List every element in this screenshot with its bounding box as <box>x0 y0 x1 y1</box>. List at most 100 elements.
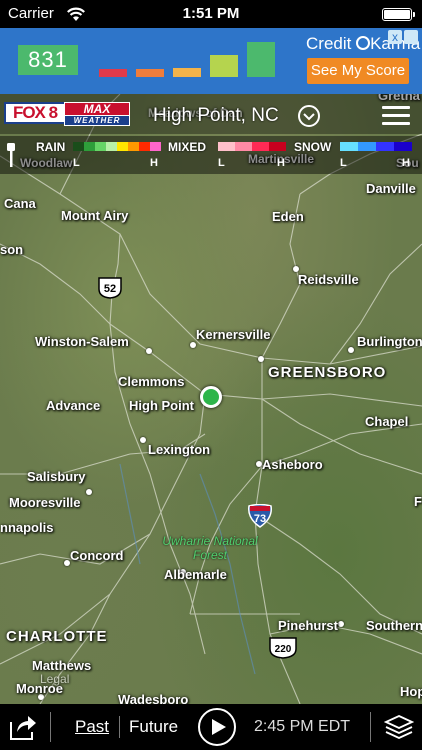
rain-scale-swatch <box>117 142 129 151</box>
rain-scale-swatch <box>84 142 96 151</box>
rain-low-label: L <box>73 157 80 169</box>
city-dot <box>190 342 196 348</box>
ad-bar-2 <box>136 69 164 77</box>
legend-rain-label: RAIN <box>36 140 66 154</box>
mixed-scale-swatch <box>269 142 286 151</box>
past-button[interactable]: Past <box>75 717 109 737</box>
us-220-shield-icon: 220 <box>269 637 297 659</box>
snow-scale-swatch <box>394 142 412 151</box>
ad-close-button[interactable]: x <box>388 30 402 44</box>
timeline-bar: Past Future 2:45 PM EDT <box>0 704 422 750</box>
mixed-high-label: H <box>277 157 285 169</box>
city-concord: Concord <box>70 548 124 563</box>
city-mount-airy: Mount Airy <box>61 208 129 223</box>
ad-bar-1 <box>99 69 127 77</box>
rain-color-scale <box>73 142 161 151</box>
city-wadesboro: Wadesboro <box>118 692 189 704</box>
snow-scale-swatch <box>358 142 377 151</box>
city-pinehurst: Pinehurst <box>278 618 338 633</box>
city-hope: Hop <box>400 684 422 699</box>
mixed-scale-swatch <box>252 142 270 151</box>
city-reidsville: Reidsville <box>298 272 359 287</box>
city-clemmons: Clemmons <box>118 374 185 389</box>
location-selector[interactable]: High Point, NC <box>153 105 279 127</box>
mixed-scale-swatch <box>235 142 253 151</box>
karma-o-icon <box>356 36 371 50</box>
city-dot <box>348 347 354 353</box>
rain-scale-swatch <box>73 142 85 151</box>
legend-mixed-label: MIXED <box>168 140 207 154</box>
logo-fox8: FOX 8 <box>4 102 66 124</box>
us-220-label: 220 <box>275 644 292 655</box>
snow-color-scale <box>340 142 412 151</box>
play-icon <box>212 719 226 735</box>
frame-timestamp: 2:45 PM EDT <box>254 718 351 735</box>
city-dot <box>146 348 152 354</box>
hamburger-menu-icon[interactable] <box>382 106 410 126</box>
snow-high-label: H <box>402 157 410 169</box>
ad-bar-5 <box>247 42 275 77</box>
logo-weather: WEATHER <box>64 115 130 126</box>
city-cana: Cana <box>4 196 36 211</box>
city-lexington: Lexington <box>148 442 211 457</box>
i-73-shield-icon: 73 <box>247 504 273 528</box>
app-header: FOX 8 MAX WEATHER High Point, NC <box>0 94 422 134</box>
city-dot <box>258 356 264 362</box>
city-mooresville: Mooresville <box>9 495 81 510</box>
city-charlotte: CHARLOTTE <box>6 628 108 645</box>
mixed-color-scale <box>218 142 286 151</box>
us-52-label: 52 <box>104 283 116 295</box>
city-danville: Danville <box>366 181 416 196</box>
city-salisbury: Salisbury <box>27 469 86 484</box>
legend-snow-label: SNOW <box>294 140 332 154</box>
city-dot <box>338 621 344 627</box>
city-jefferson: son <box>0 242 24 257</box>
play-button[interactable] <box>198 708 236 746</box>
rain-scale-swatch <box>139 142 151 151</box>
adchoices-icon[interactable] <box>404 30 418 44</box>
city-chapel: Chapel <box>365 414 409 429</box>
share-icon[interactable] <box>8 712 38 742</box>
divider <box>119 716 120 738</box>
layers-icon[interactable] <box>384 712 414 742</box>
city-winston-salem: Winston-Salem <box>35 334 129 349</box>
legend-key-icon[interactable] <box>6 142 16 168</box>
map-legal-link[interactable]: Legal <box>40 672 69 686</box>
city-advance: Advance <box>46 398 101 413</box>
city-matthews: Matthews <box>32 658 92 673</box>
status-bar: Carrier 1:51 PM <box>0 0 422 28</box>
precip-legend: RAIN L H MIXED L H SNOW L H <box>0 136 422 174</box>
mixed-scale-swatch <box>218 142 236 151</box>
city-eden: Eden <box>272 209 304 224</box>
ad-cta-button[interactable]: See My Score <box>307 58 409 84</box>
rain-scale-swatch <box>106 142 118 151</box>
i-73-label: 73 <box>254 513 266 525</box>
city-burlington: Burlington <box>357 334 422 349</box>
mixed-low-label: L <box>218 157 225 169</box>
city-kernersville: Kernersville <box>196 327 271 342</box>
city-high-point: High Point <box>129 398 194 413</box>
us-52-shield-icon: 52 <box>98 277 122 299</box>
chevron-down-icon[interactable] <box>298 105 320 127</box>
divider <box>50 712 51 742</box>
battery-icon <box>382 8 415 21</box>
uwharrie-forest-label: Uwharrie National Forest <box>162 534 258 562</box>
ad-credit-score: 831 <box>18 45 78 75</box>
rain-high-label: H <box>150 157 158 169</box>
ad-banner[interactable]: 831 Credit Karma See My Score x <box>0 28 422 94</box>
snow-scale-swatch <box>340 142 359 151</box>
divider <box>370 712 371 742</box>
current-location-pin[interactable] <box>200 386 222 408</box>
future-button[interactable]: Future <box>129 717 178 737</box>
city-greensboro: GREENSBORO <box>268 364 387 381</box>
city-albemarle: Albemarle <box>164 567 227 582</box>
rain-scale-swatch <box>95 142 107 151</box>
city-annapolis: nnapolis <box>0 520 54 535</box>
radar-map[interactable]: 52 73 220 Meadows of Dan Gretna Woodlaw … <box>0 94 422 704</box>
city-dot <box>86 489 92 495</box>
rain-scale-swatch <box>150 142 161 151</box>
city-asheboro: Asheboro <box>262 457 323 472</box>
city-f: F <box>414 494 422 509</box>
ad-bar-4 <box>210 55 238 77</box>
snow-scale-swatch <box>376 142 395 151</box>
